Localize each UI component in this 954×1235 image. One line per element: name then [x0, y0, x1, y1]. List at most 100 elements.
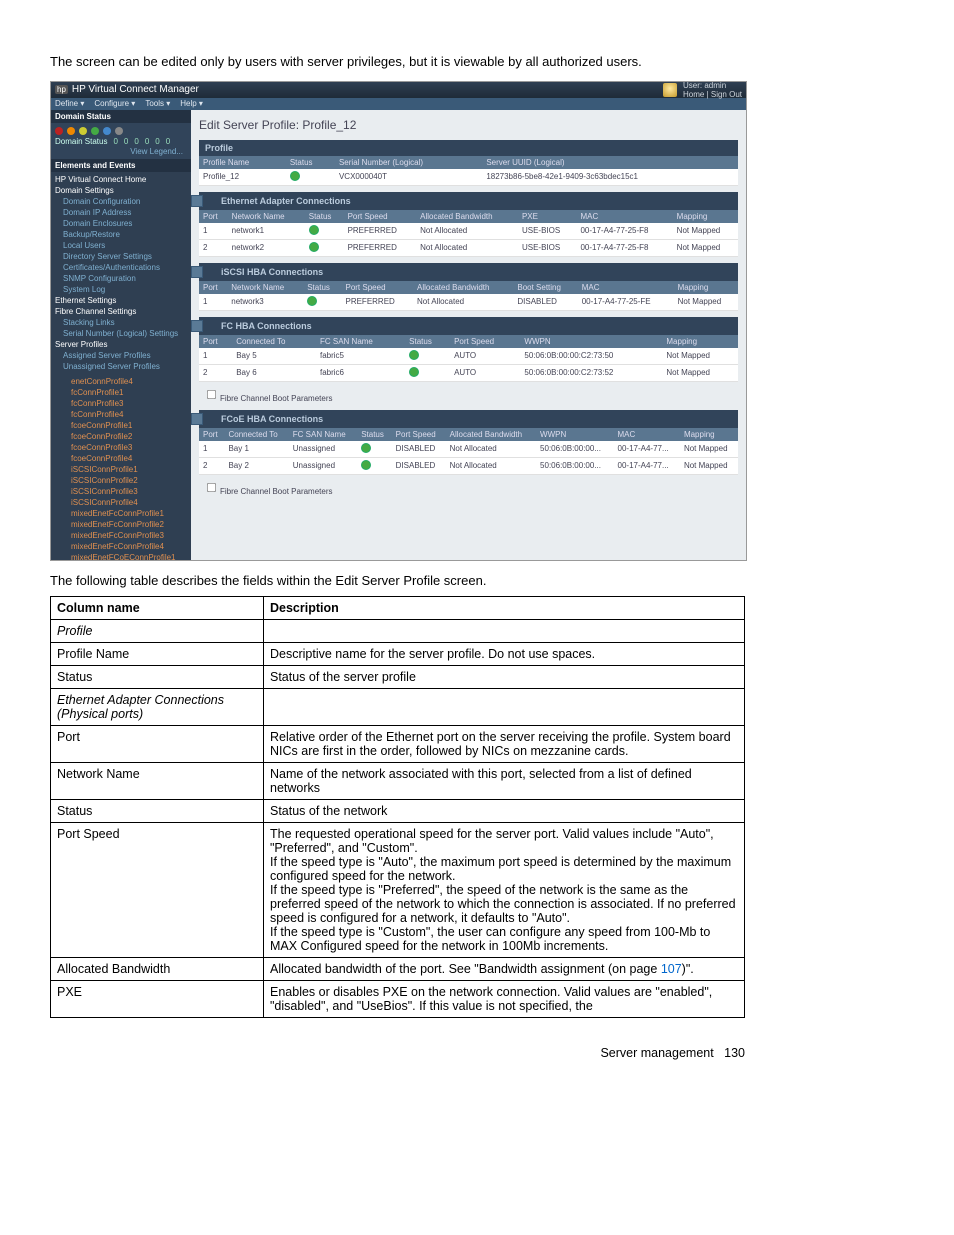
domain-status-box: Domain Status 0 0 0 0 0 0 View Legend... [51, 123, 191, 159]
desc-row: Port SpeedThe requested operational spee… [51, 822, 745, 957]
sidebar-item-profile[interactable]: fcConnProfile1 [55, 387, 187, 398]
desc-header-col: Column name [51, 596, 264, 619]
status-ok-icon [309, 242, 319, 252]
sidebar-item[interactable]: Domain Configuration [55, 196, 187, 207]
sidebar-item-profile[interactable]: mixedEnetFcConnProfile4 [55, 541, 187, 552]
description-table: Column name Description ProfileProfile N… [50, 596, 745, 1018]
profile-table: Profile NameStatusSerial Number (Logical… [199, 156, 738, 186]
sidebar-item[interactable]: Domain IP Address [55, 207, 187, 218]
desc-row: PortRelative order of the Ethernet port … [51, 725, 745, 762]
sidebar-nav-orange: enetConnProfile4fcConnProfile1fcConnProf… [51, 374, 191, 560]
fcoe-boot-params-checkbox[interactable]: Fibre Channel Boot Parameters [201, 478, 738, 497]
eth-block-title: Ethernet Adapter Connections [199, 192, 738, 210]
page-ref-link[interactable]: 107 [661, 962, 682, 976]
status-ok-icon [307, 296, 317, 306]
status-dot-major [67, 127, 75, 135]
sidebar-item[interactable]: Domain Enclosures [55, 218, 187, 229]
desc-row: Network NameName of the network associat… [51, 762, 745, 799]
table-row[interactable]: 1network1PREFERREDNot AllocatedUSE-BIOS0… [199, 223, 738, 240]
sidebar-item[interactable]: System Log [55, 284, 187, 295]
desc-row: Allocated BandwidthAllocated bandwidth o… [51, 957, 745, 980]
sidebar-item-profile[interactable]: fcConnProfile4 [55, 409, 187, 420]
sidebar-item[interactable]: Server Profiles [55, 339, 187, 350]
hp-logo: hp [55, 85, 68, 94]
table-row[interactable]: Profile_12VCX000040T18273b86-5be8-42e1-9… [199, 169, 738, 186]
status-dot-info [103, 127, 111, 135]
sidebar: Domain Status Domain Status 0 0 0 [51, 110, 191, 560]
page-footer: Server management 130 [50, 1046, 745, 1060]
count-4: 0 [155, 137, 159, 146]
status-ok-icon [409, 350, 419, 360]
sidebar-item[interactable]: Ethernet Settings [55, 295, 187, 306]
table-row[interactable]: 1network3PREFERREDNot AllocatedDISABLED0… [199, 294, 738, 311]
sidebar-item-profile[interactable]: iSCSIConnProfile2 [55, 475, 187, 486]
fc-boot-params-checkbox[interactable]: Fibre Channel Boot Parameters [201, 385, 738, 404]
domain-status-label: Domain Status [55, 137, 107, 146]
table-row[interactable]: 1Bay 1UnassignedDISABLEDNot Allocated50:… [199, 441, 738, 458]
sidebar-item-profile[interactable]: iSCSIConnProfile1 [55, 464, 187, 475]
user-name: admin [704, 81, 726, 90]
fc-block-title: FC HBA Connections [199, 317, 738, 335]
sidebar-item[interactable]: Fibre Channel Settings [55, 306, 187, 317]
desc-row: Profile NameDescriptive name for the ser… [51, 642, 745, 665]
screenshot-container: hp HP Virtual Connect Manager User: admi… [50, 81, 747, 561]
iscsi-block-title: iSCSI HBA Connections [199, 263, 738, 281]
table-row[interactable]: 2network2PREFERREDNot AllocatedUSE-BIOS0… [199, 239, 738, 256]
sidebar-item-profile[interactable]: mixedEnetFcConnProfile3 [55, 530, 187, 541]
sidebar-item[interactable]: SNMP Configuration [55, 273, 187, 284]
sidebar-item-profile[interactable]: mixedEnetFcConnProfile2 [55, 519, 187, 530]
sidebar-item[interactable]: Directory Server Settings [55, 251, 187, 262]
desc-row: StatusStatus of the server profile [51, 665, 745, 688]
page-heading: Edit Server Profile: Profile_12 [199, 118, 738, 132]
status-dot-ok [91, 127, 99, 135]
sidebar-item[interactable]: Local Users [55, 240, 187, 251]
iscsi-table: PortNetwork NameStatusPort SpeedAllocate… [199, 281, 738, 311]
sidebar-item-profile[interactable]: enetConnProfile4 [55, 376, 187, 387]
table-row[interactable]: 2Bay 2UnassignedDISABLEDNot Allocated50:… [199, 457, 738, 474]
sidebar-item[interactable]: Serial Number (Logical) Settings [55, 328, 187, 339]
menu-define[interactable]: Define ▾ [55, 99, 84, 108]
window-titlebar: hp HP Virtual Connect Manager User: admi… [51, 82, 746, 98]
count-2: 0 [134, 137, 138, 146]
status-ok-icon [361, 460, 371, 470]
count-5: 0 [166, 137, 170, 146]
desc-row: Profile [51, 619, 745, 642]
table-row[interactable]: 2Bay 6fabric6AUTO50:06:0B:00:00:C2:73:52… [199, 364, 738, 381]
sidebar-item-profile[interactable]: iSCSIConnProfile3 [55, 486, 187, 497]
footer-label: Server management [600, 1046, 713, 1060]
desc-header-desc: Description [264, 596, 745, 619]
profile-block-title: Profile [199, 140, 738, 156]
menu-help[interactable]: Help ▾ [180, 99, 203, 108]
status-ok-icon [309, 225, 319, 235]
fcoe-block-title: FCoE HBA Connections [199, 410, 738, 428]
sidebar-item-profile[interactable]: mixedEnetFCoEConnProfile1 [55, 552, 187, 560]
status-dot-unknown [115, 127, 123, 135]
sidebar-hdr-domain: Domain Status [51, 110, 191, 123]
sidebar-item-profile[interactable]: fcoeConnProfile2 [55, 431, 187, 442]
sidebar-item[interactable]: Assigned Server Profiles [55, 350, 187, 361]
sidebar-item-profile[interactable]: fcConnProfile3 [55, 398, 187, 409]
top-links[interactable]: Home | Sign Out [683, 90, 742, 99]
sidebar-item[interactable]: Unassigned Server Profiles [55, 361, 187, 372]
sidebar-item-profile[interactable]: fcoeConnProfile4 [55, 453, 187, 464]
sidebar-item[interactable]: Stacking Links [55, 317, 187, 328]
table-row[interactable]: 1Bay 5fabric5AUTO50:06:0B:00:00:C2:73:50… [199, 348, 738, 365]
desc-row: Ethernet Adapter Connections (Physical p… [51, 688, 745, 725]
home-icon[interactable] [663, 83, 677, 97]
sidebar-item-profile[interactable]: fcoeConnProfile1 [55, 420, 187, 431]
menu-configure[interactable]: Configure ▾ [94, 99, 135, 108]
count-1: 0 [124, 137, 128, 146]
sidebar-item[interactable]: HP Virtual Connect Home [55, 174, 187, 185]
sidebar-item-profile[interactable]: fcoeConnProfile3 [55, 442, 187, 453]
sidebar-item[interactable]: Backup/Restore [55, 229, 187, 240]
sidebar-hdr-elements: Elements and Events [51, 159, 191, 172]
menubar: Define ▾ Configure ▾ Tools ▾ Help ▾ [51, 98, 746, 110]
sidebar-item[interactable]: Domain Settings [55, 185, 187, 196]
menu-tools[interactable]: Tools ▾ [145, 99, 170, 108]
view-legend-link[interactable]: View Legend... [55, 146, 183, 157]
count-0: 0 [113, 137, 117, 146]
sidebar-item-profile[interactable]: iSCSIConnProfile4 [55, 497, 187, 508]
sidebar-item-profile[interactable]: mixedEnetFcConnProfile1 [55, 508, 187, 519]
status-ok-icon [409, 367, 419, 377]
sidebar-item[interactable]: Certificates/Authentications [55, 262, 187, 273]
